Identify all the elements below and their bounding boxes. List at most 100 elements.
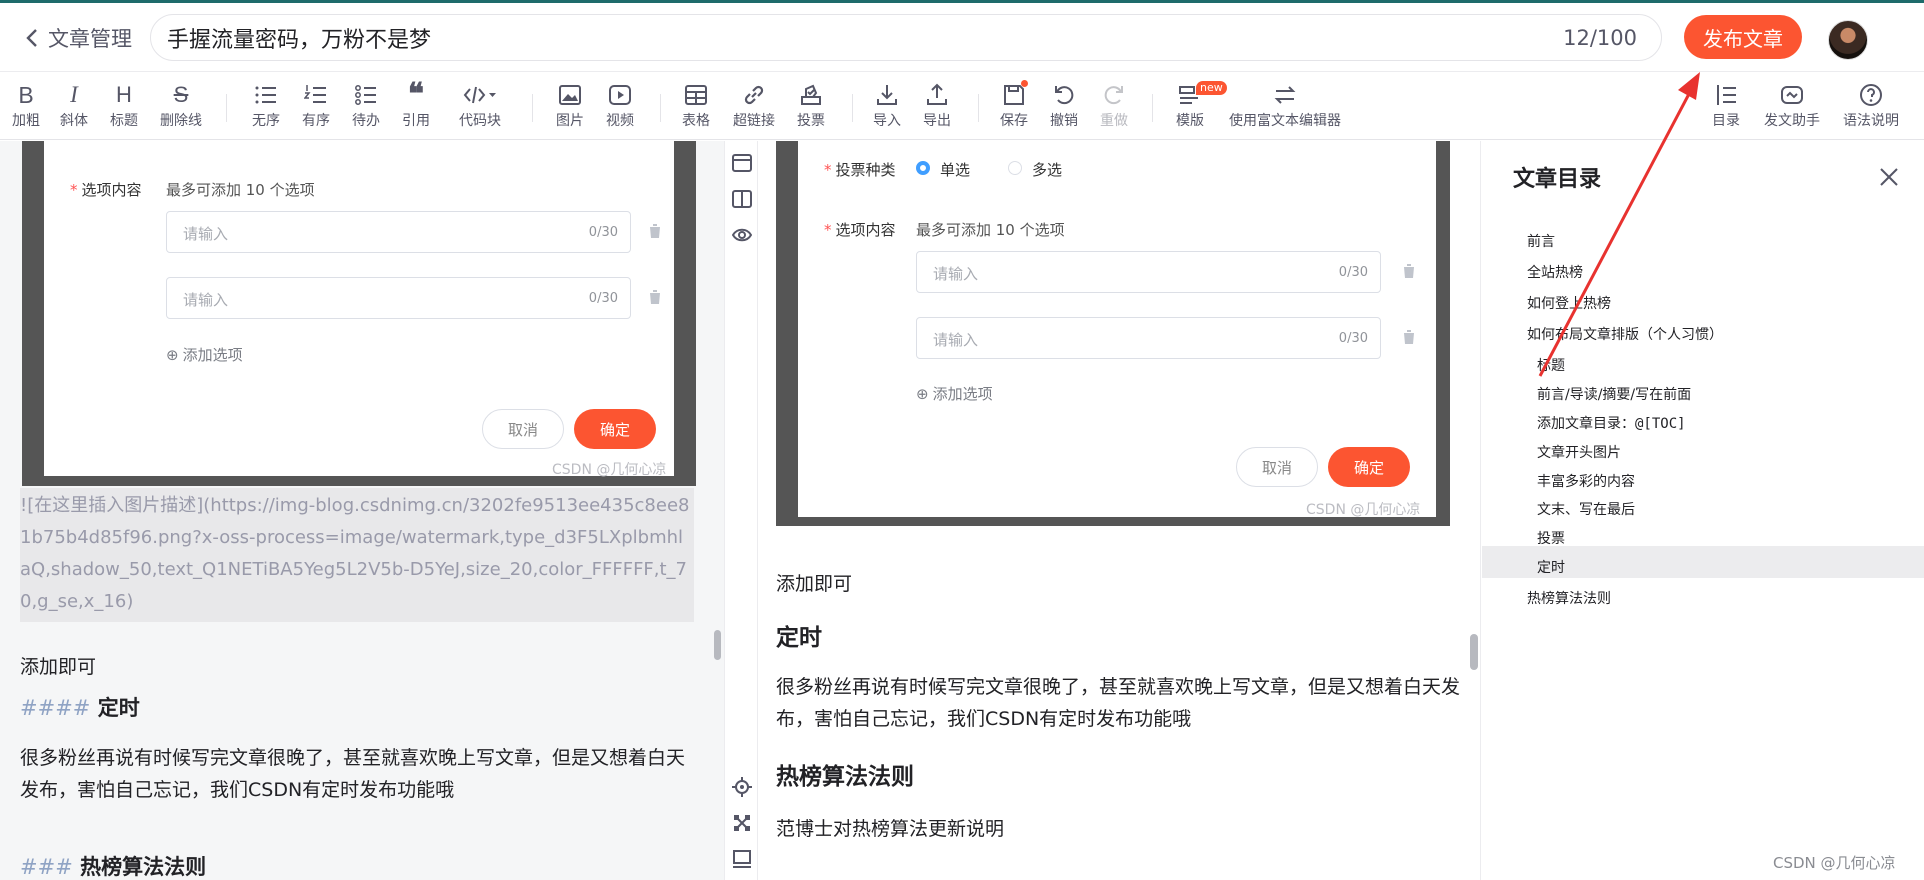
locate-icon[interactable] <box>732 777 752 797</box>
trash-icon <box>1403 330 1415 344</box>
dialog-ok-button: 确定 <box>574 409 656 449</box>
option-input-count: 0/30 <box>588 225 618 240</box>
video-icon <box>609 85 631 105</box>
redo-label: 重做 <box>1100 113 1128 129</box>
toc-item[interactable]: 添加文章目录：@[TOC] <box>1537 413 1686 433</box>
ordered-list-icon <box>304 85 326 103</box>
toc-item[interactable]: 前言/导读/摘要/写在前面 <box>1537 384 1691 404</box>
unordered-list-button[interactable]: 无序 <box>240 72 292 140</box>
preview-heading-hot-rank: 热榜算法法则 <box>776 764 914 790</box>
plus-circle-icon: ⊕ <box>166 345 179 364</box>
table-button[interactable]: 表格 <box>670 72 722 140</box>
layout-full-icon[interactable] <box>732 153 752 173</box>
save-label: 保存 <box>1000 113 1028 129</box>
syntax-help-button[interactable]: 语法说明 <box>1836 72 1906 140</box>
add-option-link: ⊕ 添加选项 <box>166 345 243 365</box>
sync-scroll-icon[interactable] <box>732 813 752 833</box>
option-input-placeholder: 请输入 <box>933 331 979 349</box>
quote-label: 引用 <box>402 113 430 129</box>
toolbar-divider <box>532 94 533 122</box>
editor-scrollbar[interactable] <box>714 630 721 660</box>
multi-choice-radio <box>1008 161 1022 175</box>
template-button[interactable]: new 模版 <box>1164 72 1227 140</box>
toc-item[interactable]: 文末、写在最后 <box>1537 499 1635 519</box>
toc-item[interactable]: 如何登上热榜 <box>1527 293 1611 313</box>
rich-text-editor-button[interactable]: 使用富文本编辑器 <box>1224 72 1346 140</box>
options-label: * 选项内容 <box>70 181 142 199</box>
italic-icon: I <box>70 82 78 107</box>
image-watermark: CSDN @几何心凉 <box>1306 502 1421 518</box>
heading-icon: H <box>116 82 132 107</box>
toc-item[interactable]: 投票 <box>1537 528 1565 548</box>
split-view-icon[interactable] <box>732 189 752 209</box>
toc-label: 目录 <box>1712 113 1740 129</box>
single-choice-radio <box>916 161 930 175</box>
toc-item-active[interactable]: 定时 <box>1537 557 1565 577</box>
close-icon[interactable] <box>1879 167 1899 187</box>
writing-assistant-label: 发文助手 <box>1764 113 1820 129</box>
editor-toolbar: B 加粗 I 斜体 H 标题 S 删除线 无序 有序 待办 ❝ 引用 代码块 图… <box>0 71 1924 140</box>
article-preview: * 投票种类 单选 多选 * 选项内容 最多可添加 10 个选项 请输入 0/30 … <box>758 141 1480 880</box>
save-button[interactable]: 保存 <box>988 72 1040 140</box>
syntax-help-label: 语法说明 <box>1843 113 1899 129</box>
single-choice-label: 单选 <box>940 161 971 179</box>
toc-item[interactable]: 标题 <box>1537 355 1565 375</box>
bold-label: 加粗 <box>12 113 40 129</box>
markdown-editor[interactable]: * 选项内容 最多可添加 10 个选项 请输入 0/30 请输入 0/30 ⊕ 添加… <box>0 141 724 880</box>
heading-button[interactable]: H 标题 <box>98 72 150 140</box>
bold-icon: B <box>18 81 34 108</box>
video-label: 视频 <box>606 113 634 129</box>
vote-button[interactable]: 投票 <box>785 72 837 140</box>
user-avatar[interactable] <box>1828 20 1868 60</box>
unordered-list-icon <box>255 86 276 104</box>
video-button[interactable]: 视频 <box>594 72 646 140</box>
preview-scrollbar[interactable] <box>1470 634 1478 670</box>
download-icon <box>877 85 897 105</box>
toc-item[interactable]: 前言 <box>1527 231 1555 251</box>
option-input-count: 0/30 <box>588 291 618 306</box>
dialog-cancel-button: 取消 <box>1236 447 1318 487</box>
back-to-article-management[interactable]: 文章管理 <box>24 23 132 53</box>
toc-item[interactable]: 文章开头图片 <box>1537 442 1621 462</box>
template-label: 模版 <box>1176 113 1204 129</box>
import-label: 导入 <box>873 113 901 129</box>
preview-paragraph: 范博士对热榜算法更新说明 <box>776 818 1005 840</box>
image-button[interactable]: 图片 <box>544 72 596 140</box>
import-button[interactable]: 导入 <box>861 72 913 140</box>
article-title-input[interactable] <box>167 15 1487 60</box>
publish-article-button[interactable]: 发布文章 <box>1684 15 1802 59</box>
undo-button[interactable]: 撤销 <box>1038 72 1090 140</box>
code-icon <box>463 86 496 104</box>
editor-header: 文章管理 12/100 发布文章 <box>0 3 1924 71</box>
toc-item[interactable]: 全站热榜 <box>1527 262 1583 282</box>
undo-label: 撤销 <box>1050 113 1078 129</box>
toc-button[interactable]: 目录 <box>1700 72 1752 140</box>
add-option-link: ⊕ 添加选项 <box>916 384 993 404</box>
markdown-h3-line: ### 热榜算法法则 <box>20 855 207 879</box>
bold-button[interactable]: B 加粗 <box>0 72 52 140</box>
todo-list-button[interactable]: 待办 <box>340 72 392 140</box>
export-button[interactable]: 导出 <box>911 72 963 140</box>
strikethrough-icon: S <box>173 82 189 107</box>
italic-button[interactable]: I 斜体 <box>48 72 100 140</box>
code-block-button[interactable]: 代码块 <box>452 72 508 140</box>
monitor-icon[interactable] <box>732 849 752 869</box>
ordered-list-button[interactable]: 有序 <box>290 72 342 140</box>
trash-icon <box>649 224 661 238</box>
strikethrough-button[interactable]: S 删除线 <box>155 72 207 140</box>
hyperlink-button[interactable]: 超链接 <box>728 72 780 140</box>
preview-eye-icon[interactable] <box>732 225 752 245</box>
option-input-placeholder: 请输入 <box>933 265 979 283</box>
rich-text-editor-label: 使用富文本编辑器 <box>1229 113 1341 129</box>
vote-icon <box>801 84 821 105</box>
article-title-box: 12/100 <box>150 14 1662 61</box>
link-icon <box>744 85 764 105</box>
toc-item[interactable]: 如何布局文章排版（个人习惯） <box>1527 324 1723 344</box>
redo-button[interactable]: 重做 <box>1088 72 1140 140</box>
toc-item[interactable]: 热榜算法法则 <box>1527 588 1611 608</box>
writing-assistant-button[interactable]: 发文助手 <box>1756 72 1828 140</box>
quote-button[interactable]: ❝ 引用 <box>390 72 442 140</box>
toc-item[interactable]: 丰富多彩的内容 <box>1537 471 1635 491</box>
vote-type-label: * 投票种类 <box>824 161 896 179</box>
markdown-text-line: 添加即可 <box>20 656 97 678</box>
